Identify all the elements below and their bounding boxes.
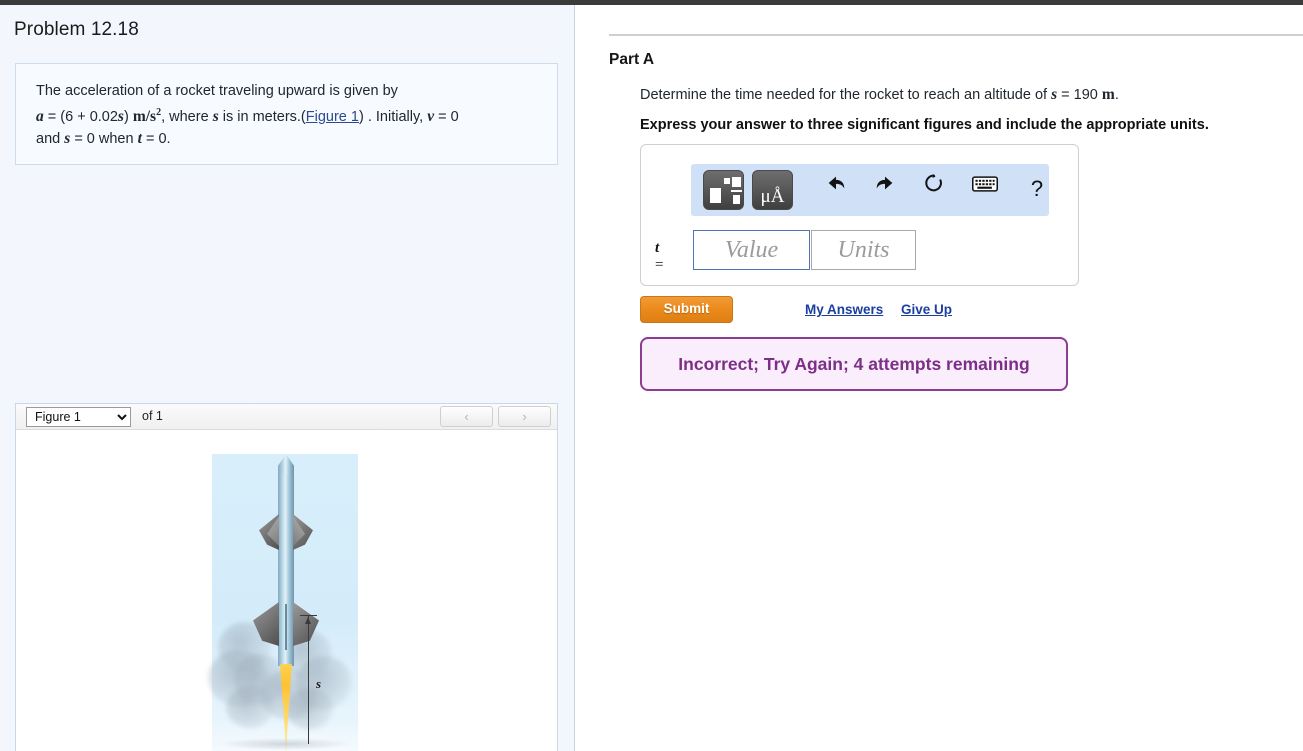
smoke-puff xyxy=(286,688,334,730)
answer-variable-label: t = xyxy=(655,240,663,274)
question-var-s: s xyxy=(1051,86,1058,103)
problem-statement-text: The acceleration of a rocket traveling u… xyxy=(36,80,537,150)
answer-var-t: t xyxy=(655,240,660,256)
var-t-value: = 0. xyxy=(145,130,171,147)
var-v: v xyxy=(427,107,435,125)
ground-shadow xyxy=(220,738,350,750)
dimension-line xyxy=(308,616,309,744)
page-title: Problem 12.18 xyxy=(14,19,139,40)
answer-instruction: Express your answer to three significant… xyxy=(640,117,1209,133)
section-divider xyxy=(609,34,1303,36)
rocket-body xyxy=(245,454,325,751)
submit-button[interactable]: Submit xyxy=(640,296,733,323)
undo-icon[interactable] xyxy=(819,172,853,206)
answer-panel: Part A Determine the time needed for the… xyxy=(576,5,1303,751)
value-input[interactable] xyxy=(693,230,810,270)
feedback-message: Incorrect; Try Again; 4 attempts remaini… xyxy=(640,337,1068,391)
answer-entry-box: μÅ ? t = Value Units xyxy=(640,144,1079,286)
keyboard-icon[interactable] xyxy=(968,172,1002,206)
reset-icon[interactable] xyxy=(917,172,951,206)
eq-after-link: ) . Initially, xyxy=(358,108,424,125)
units-m-per-s2: m/s xyxy=(132,107,157,125)
smoke-puff xyxy=(226,686,276,728)
question-period: . xyxy=(1114,87,1119,103)
rocket-lower-left-fin xyxy=(253,602,279,646)
var-a: a xyxy=(36,107,44,125)
math-template-icon[interactable] xyxy=(703,170,744,210)
eq-part-1: = (6 + 0.02 xyxy=(47,108,118,125)
statement-line-1: The acceleration of a rocket traveling u… xyxy=(36,83,398,99)
figure-panel: Figure 1 of 1 ‹ › s xyxy=(15,403,558,751)
units-micro-angstrom-icon[interactable]: μÅ xyxy=(752,170,793,210)
eq-where: , where xyxy=(161,108,209,125)
question-prompt: Determine the time needed for the rocket… xyxy=(640,86,1119,104)
math-toolbar: μÅ ? xyxy=(691,164,1049,216)
page-root: Problem 12.18 The acceleration of a rock… xyxy=(0,0,1303,751)
var-s-3: s xyxy=(64,129,71,147)
rocket-lower-right-fin xyxy=(293,602,319,646)
dimension-label-s: s xyxy=(316,676,322,691)
rocket-illustration: s xyxy=(208,454,358,751)
my-answers-link[interactable]: My Answers xyxy=(805,302,883,317)
units-icon-glyph: μÅ xyxy=(760,186,785,207)
figure-count-label: of 1 xyxy=(142,409,163,423)
problem-statement-box: The acceleration of a rocket traveling u… xyxy=(15,63,558,165)
eq-in-meters: is in meters.( xyxy=(222,108,306,125)
question-value: = 190 xyxy=(1061,87,1098,103)
part-a-title: Part A xyxy=(609,51,655,68)
units-input[interactable] xyxy=(811,230,916,270)
figure-select[interactable]: Figure 1 xyxy=(26,407,131,427)
var-t: t xyxy=(137,129,142,147)
var-s-2: s xyxy=(212,107,219,125)
question-unit-m: m xyxy=(1101,86,1115,103)
problem-panel: Problem 12.18 The acceleration of a rock… xyxy=(0,5,575,751)
answer-equals: = xyxy=(655,257,664,273)
redo-icon[interactable] xyxy=(868,172,902,206)
question-prefix: Determine the time needed for the rocket… xyxy=(640,87,1048,103)
var-s-value: = 0 when xyxy=(74,130,134,147)
eq-paren: ) xyxy=(123,108,129,125)
figure-image-area: s xyxy=(16,430,557,751)
figure-next-button[interactable]: › xyxy=(498,406,551,427)
var-v-value: = 0 xyxy=(438,108,459,125)
give-up-link[interactable]: Give Up xyxy=(901,302,952,317)
line3-and: and xyxy=(36,130,61,147)
figure-1-link[interactable]: Figure 1 xyxy=(306,109,359,125)
rocket-seam xyxy=(285,604,287,650)
help-icon[interactable]: ? xyxy=(1020,172,1054,206)
figure-prev-button[interactable]: ‹ xyxy=(440,406,493,427)
figure-toolbar: Figure 1 of 1 ‹ › xyxy=(16,404,557,430)
